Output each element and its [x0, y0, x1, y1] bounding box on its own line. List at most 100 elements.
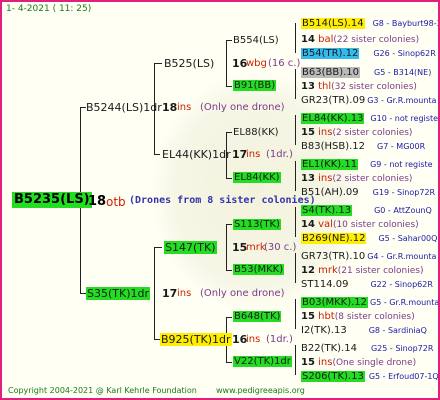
g1-bot-num: 17: [162, 287, 178, 300]
g4-info-10: G9 - not registe: [370, 160, 433, 169]
g4-info-6: G3 - Gr.R.mounta: [367, 96, 437, 105]
g4-name-24: S206(TK).13: [301, 371, 365, 382]
footer-copyright: Copyright 2004-2021 @ Karl Kehrle Founda…: [8, 386, 197, 395]
g3-name-2: B91(BB): [233, 80, 277, 91]
g3-name-5: S113(TK): [233, 219, 281, 230]
g3-name-1: B554(LS): [233, 35, 279, 46]
g4-info-15: G5 - Sahar00Q: [378, 234, 438, 243]
g2-c-branch-2: [226, 270, 232, 271]
g4-mid-code-5: thl: [318, 81, 332, 92]
g1-bot-code: ins: [177, 288, 192, 299]
g1-bot-branch-c: [154, 247, 162, 248]
g1-top-num: 18: [162, 101, 178, 114]
g4-info-12: G19 - Sinop72R: [372, 188, 436, 197]
g4-mid-note-8: (2 sister colonies): [332, 128, 413, 138]
g4-info-19: G5 - Gr.R.mounta: [370, 298, 440, 307]
g4-name-12: B51(AH).09: [301, 187, 359, 198]
g1-top-branch-b: [154, 154, 160, 155]
g1-bot-name: S35(TK)1dr: [86, 287, 150, 300]
g4-info-3: G26 - Sinop62R: [373, 49, 436, 58]
g4-name-6: GR23(TR).09: [301, 95, 366, 106]
g4-mid-note-5: (32 sister colonies): [331, 82, 417, 92]
g3-name-8: V22(TK)1dr: [233, 356, 292, 367]
g4-mid-code-14: val: [318, 219, 333, 230]
g4-mid-code-23: ins: [318, 357, 333, 368]
g4-mid-num-5: 13: [301, 81, 315, 92]
g2-a-name: B525(LS): [164, 57, 215, 70]
g4-mid-code-2: bal: [318, 34, 334, 45]
g2-a-bracket: [226, 40, 227, 86]
g4-info-4: G5 - B314(NE): [374, 68, 432, 77]
g2-d-note: (1dr.): [266, 334, 293, 345]
g4-mid-note-20: (8 sister colonies): [334, 312, 415, 322]
footer-site-link[interactable]: www.pedigreeapis.org: [216, 387, 305, 395]
g2-c-name: S147(TK): [164, 241, 217, 254]
g1-top-code: ins: [177, 102, 192, 113]
g4-mid-note-11: (2 sister colonies): [332, 174, 413, 184]
g4-mid-note-14: (10 sister colonies): [332, 220, 419, 230]
g2-c-bracket: [226, 224, 227, 270]
g2-d-code: ins: [246, 334, 261, 345]
g4-info-24: G5 - Erfoud07-1Q: [368, 372, 439, 381]
g2-a-note: (16 c.): [268, 58, 301, 69]
g1-top-name: B5244(LS)1dr: [86, 101, 162, 114]
g4-info-1: G8 - Bayburt98-3: [372, 19, 440, 28]
g2-b-branch-1: [226, 132, 232, 133]
g4-info-22: G25 - Sinop72R: [370, 344, 434, 353]
root-num: 18: [88, 194, 107, 209]
g2-c-note: (30 c.): [264, 242, 297, 253]
g4-mid-note-23: (One single drone): [332, 358, 417, 368]
g4-info-21: G8 - SardiniaQ: [368, 326, 427, 335]
g4-mid-num-23: 15: [301, 357, 315, 368]
g3-name-7: B648(TK): [233, 311, 282, 322]
g2-d-name: B925(TK)1dr: [160, 333, 232, 346]
g2-c-code: mrk: [246, 242, 266, 253]
g3-name-3: EL88(KK): [233, 127, 279, 138]
g4-name-22: B22(TK).14: [301, 343, 357, 354]
g3-5-bracket: [295, 207, 296, 237]
g4-mid-code-11: ins: [318, 173, 333, 184]
g3-1-bracket: [295, 23, 296, 53]
g4-mid-num-14: 14: [301, 219, 315, 230]
g4-mid-note-2: (22 sister colonies): [333, 35, 420, 45]
pedigree-frame: 1- 4-2021 ( 11: 25) B5235(LS) 18 otb (Dr…: [0, 0, 440, 400]
g2-d-branch-2: [226, 362, 232, 363]
g4-name-4: B63(BB).10: [301, 67, 361, 78]
g3-4-bracket: [295, 161, 296, 191]
g4-mid-num-11: 13: [301, 173, 315, 184]
g2-b-note: (1dr.): [266, 149, 293, 160]
g3-8-bracket: [295, 345, 296, 375]
g3-7-bracket: [295, 299, 296, 329]
header-date: 1- 4-2021 ( 11: 25): [6, 4, 92, 14]
g4-mid-num-17: 12: [301, 265, 315, 276]
g4-info-18: G22 - Sinop62R: [370, 280, 433, 289]
g4-name-3: B54(TR).12: [301, 48, 360, 59]
g4-mid-num-20: 15: [301, 311, 315, 322]
root-code: otb: [106, 195, 126, 209]
g4-name-16: GR73(TR).10: [301, 251, 366, 262]
g4-mid-code-8: ins: [318, 127, 333, 138]
g4-name-18: ST114.09: [301, 279, 349, 290]
g4-mid-num-2: 14: [301, 34, 315, 45]
root-note: (Drones from 8 sister colonies): [129, 195, 316, 206]
g3-6-bracket: [295, 253, 296, 283]
g1-bot-bracket: [154, 247, 155, 339]
g4-name-15: B269(NE).12: [301, 233, 367, 244]
g2-b-branch-2: [226, 178, 232, 179]
g2-c-branch-1: [226, 224, 232, 225]
g4-name-21: I2(TK).13: [301, 325, 347, 336]
g4-mid-code-20: hbt: [318, 311, 335, 322]
g4-name-7: EL84(KK).13: [301, 113, 365, 124]
g4-mid-num-8: 15: [301, 127, 315, 138]
g2-a-branch-1: [226, 40, 232, 41]
g4-info-13: G0 - AttZounQ: [374, 206, 432, 215]
g2-a-branch-2: [226, 86, 232, 87]
g4-name-13: S4(TK).13: [301, 205, 353, 216]
g2-b-name: EL44(KK)1dr: [162, 148, 231, 161]
g2-d-branch-1: [226, 317, 232, 318]
g2-a-code: wbg: [246, 58, 267, 69]
g4-info-7: G10 - not registe: [370, 114, 438, 123]
g3-2-bracket: [295, 69, 296, 99]
g4-info-9: G7 - MG00R: [377, 142, 426, 151]
g4-name-9: B83(HSB).12: [301, 141, 366, 152]
